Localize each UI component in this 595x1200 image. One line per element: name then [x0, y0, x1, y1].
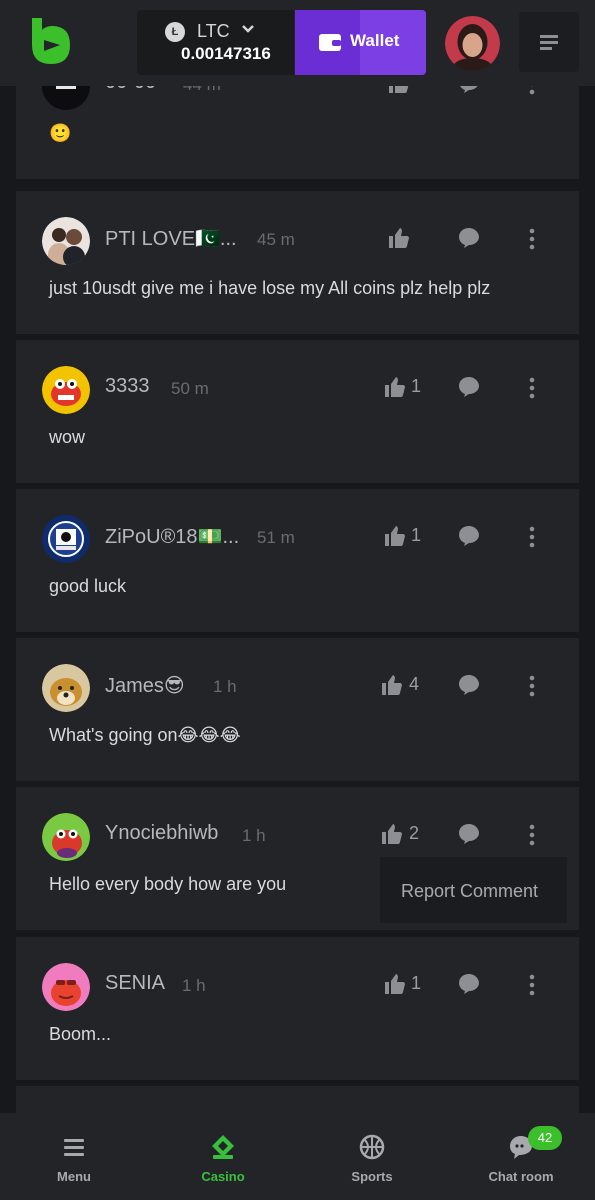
reply-bubble-icon[interactable] — [458, 376, 480, 398]
comment-item: SENIA 1 h 1 Boom... — [16, 937, 579, 1080]
comment-text: just 10usdt give me i have lose my All c… — [49, 278, 491, 298]
comment-avatar[interactable] — [42, 813, 90, 861]
reply-bubble-icon[interactable] — [458, 973, 480, 995]
comment-username[interactable]: Ynociebhiwb — [105, 822, 218, 845]
comment-username[interactable]: 3333 — [105, 375, 150, 398]
comment-time: 1 h — [242, 826, 266, 845]
comment-time: 1 h — [182, 976, 206, 995]
like-count: 4 — [409, 674, 420, 694]
user-avatar[interactable] — [445, 16, 500, 71]
nav-chat-room[interactable]: 42 Chat room — [466, 1113, 576, 1200]
wallet-button[interactable]: Wallet — [295, 10, 426, 75]
comment-item: PTI LOVE🇵🇰... 45 m just 10usdt give me i… — [16, 191, 579, 334]
comment-text: Boom... — [49, 1024, 112, 1044]
app-root: 00-00 44 m 🙂 PTI LOVE🇵🇰... 45 m just 10u… — [0, 0, 595, 1200]
wallet-icon — [319, 34, 341, 51]
comment-item: Ynociebhiwb 1 h 2 Hello every body how a… — [16, 787, 579, 930]
thumbs-up-icon[interactable] — [380, 822, 404, 846]
comment-time: 1 h — [213, 677, 237, 696]
reply-bubble-icon[interactable] — [458, 823, 480, 845]
comment-avatar[interactable] — [42, 664, 90, 712]
thumbs-up-icon[interactable] — [380, 673, 404, 697]
chat-unread-badge: 42 — [528, 1126, 562, 1150]
like-count: 1 — [411, 525, 422, 545]
comment-time: 45 m — [257, 230, 295, 249]
ltc-coin-icon: Ł — [165, 22, 185, 42]
comment-text: 🙂 — [49, 123, 72, 143]
wallet-label: Wallet — [350, 31, 400, 50]
comment-text: wow — [49, 427, 86, 447]
like-count: 2 — [409, 823, 420, 843]
more-options-icon[interactable] — [529, 974, 535, 996]
wallet-balance: 0.00147316 — [181, 44, 271, 63]
comment-avatar[interactable] — [42, 217, 90, 265]
nav-casino-label: Casino — [201, 1169, 245, 1184]
more-options-icon[interactable] — [529, 377, 535, 399]
thumbs-up-icon[interactable] — [383, 524, 407, 548]
hamburger-icon — [64, 1139, 84, 1156]
nav-sports[interactable]: Sports — [317, 1113, 427, 1200]
more-options-icon[interactable] — [529, 675, 535, 697]
more-options-icon[interactable] — [529, 824, 535, 846]
side-menu-button[interactable] — [519, 12, 579, 72]
comment-item: ZiPoU®18💵... 51 m 1 good luck — [16, 489, 579, 632]
thumbs-up-icon[interactable] — [383, 972, 407, 996]
thumbs-up-icon[interactable] — [387, 226, 411, 250]
comment-username[interactable]: SENIA — [105, 972, 165, 995]
currency-selector[interactable]: Ł LTC 0.00147316 — [137, 10, 294, 75]
report-comment-option[interactable]: Report Comment — [401, 881, 538, 902]
reply-bubble-icon[interactable] — [458, 674, 480, 696]
list-menu-icon — [540, 35, 558, 50]
report-comment-menu[interactable]: Report Comment — [380, 857, 567, 923]
comment-item: 3333 50 m 1 wow — [16, 340, 579, 483]
like-count: 1 — [411, 376, 422, 396]
like-count: 1 — [411, 973, 422, 993]
more-options-icon[interactable] — [529, 228, 535, 250]
comment-username[interactable]: PTI LOVE🇵🇰... — [105, 226, 237, 251]
reply-bubble-icon[interactable] — [458, 525, 480, 547]
comment-item: James😎 1 h 4 What's going on😂😂😂 — [16, 638, 579, 781]
nav-casino[interactable]: Casino — [168, 1113, 278, 1200]
comment-text: What's going on😂😂😂 — [49, 725, 241, 745]
more-options-icon[interactable] — [529, 526, 535, 548]
top-header: Ł LTC 0.00147316 Wallet — [0, 0, 595, 86]
nav-chat-room-label: Chat room — [488, 1169, 554, 1184]
casino-chip-icon — [212, 1135, 234, 1159]
comment-avatar[interactable] — [42, 963, 90, 1011]
nav-menu-label: Menu — [57, 1169, 91, 1184]
comment-time: 51 m — [257, 528, 295, 547]
comment-text: Hello every body how are you — [49, 874, 287, 894]
thumbs-up-icon[interactable] — [383, 375, 407, 399]
reply-bubble-icon[interactable] — [458, 227, 480, 249]
nav-menu[interactable]: Menu — [19, 1113, 129, 1200]
comment-avatar[interactable] — [42, 515, 90, 563]
comment-avatar[interactable] — [42, 366, 90, 414]
currency-code: LTC — [197, 21, 230, 41]
comment-username[interactable]: James😎 — [105, 673, 185, 698]
comment-text: good luck — [49, 576, 127, 596]
comment-username[interactable]: ZiPoU®18💵... — [105, 524, 239, 549]
nav-sports-label: Sports — [351, 1169, 393, 1184]
bc-game-logo[interactable] — [30, 18, 72, 64]
basketball-icon — [359, 1134, 385, 1160]
bottom-navigation: Menu Casino Sports 42 Chat room — [0, 1113, 595, 1200]
comment-time: 50 m — [171, 379, 209, 398]
chevron-down-icon — [242, 25, 254, 33]
